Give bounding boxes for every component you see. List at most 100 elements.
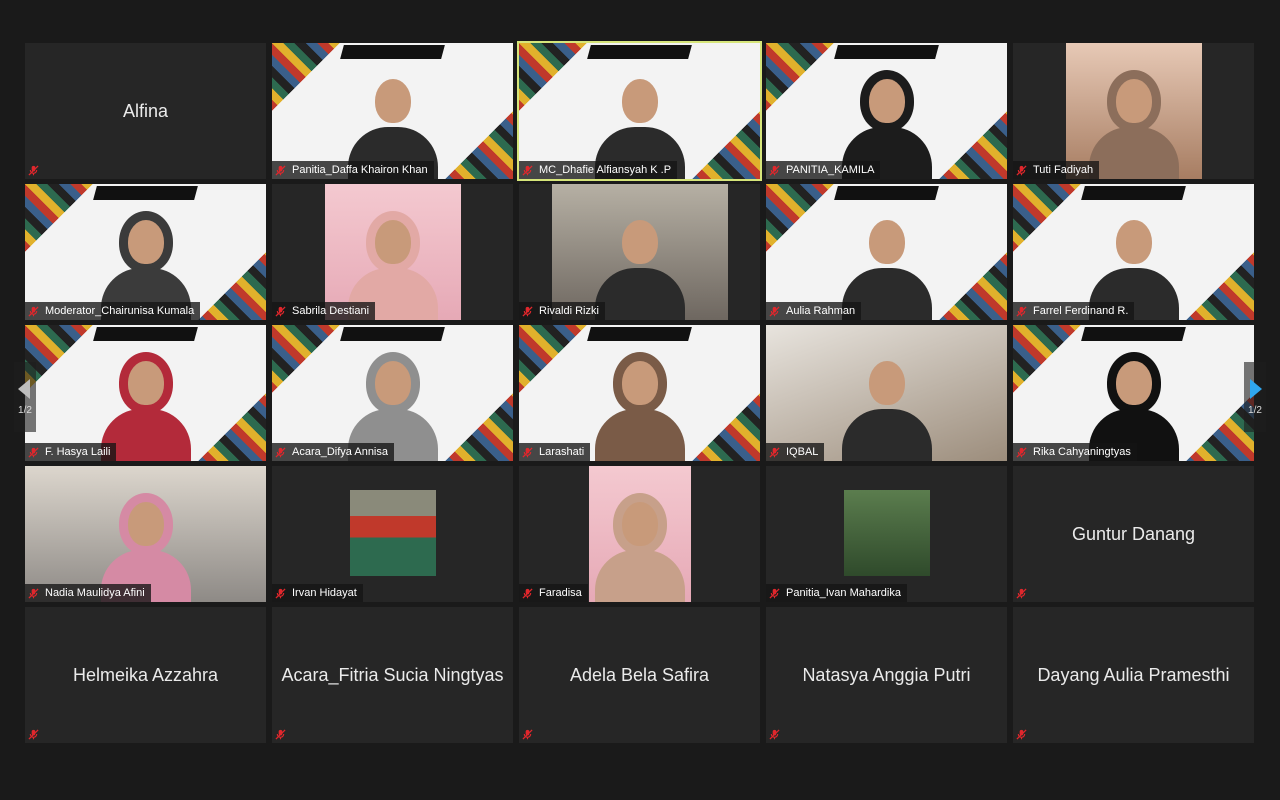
microphone-muted-icon (1016, 305, 1027, 317)
microphone-muted-icon (28, 728, 39, 740)
participant-tile[interactable]: Aulia Rahman (766, 184, 1007, 320)
participant-name-label: Rivaldi Rizki (539, 305, 599, 317)
participant-tile[interactable]: Helmeika Azzahra (25, 607, 266, 743)
name-tag (766, 725, 792, 743)
previous-page-button[interactable]: 1/2 (14, 362, 36, 432)
participant-tile[interactable]: Farrel Ferdinand R. (1013, 184, 1254, 320)
name-tag: Faradisa (519, 584, 588, 602)
chevron-right-icon (1250, 378, 1262, 399)
participant-figure (1088, 69, 1179, 179)
name-tag (25, 161, 51, 179)
name-tag (1013, 725, 1039, 743)
name-tag: Tuti Fadiyah (1013, 161, 1100, 179)
participant-name-label: Panitia_Daffa Khairon Khan (292, 164, 428, 176)
participant-name-label: MC_Dhafie Alfiansyah K .P (539, 164, 672, 176)
microphone-muted-icon (1016, 446, 1027, 458)
participant-tile[interactable]: Panitia_Ivan Mahardika (766, 466, 1007, 602)
participant-tile[interactable]: Nadia Maulidya Afini (25, 466, 266, 602)
name-tag: Moderator_Chairunisa Kumala (25, 302, 201, 320)
participant-tile[interactable]: IQBAL (766, 325, 1007, 461)
name-tag: PANITIA_KAMILA (766, 161, 881, 179)
participant-tile[interactable]: F. Hasya Laili (25, 325, 266, 461)
participant-tile[interactable]: MC_Dhafie Alfiansyah K .P (517, 41, 762, 181)
participant-display-name: Guntur Danang (1071, 523, 1196, 544)
participant-name-label: Irvan Hidayat (292, 587, 357, 599)
microphone-muted-icon (522, 587, 533, 599)
microphone-muted-icon (1016, 587, 1027, 599)
microphone-muted-icon (1016, 728, 1027, 740)
name-tag: Nadia Maulidya Afini (25, 584, 151, 602)
participant-tile[interactable]: Dayang Aulia Pramesthi (1013, 607, 1254, 743)
chevron-left-icon (18, 378, 30, 399)
name-tag: Rivaldi Rizki (519, 302, 605, 320)
microphone-muted-icon (28, 164, 39, 176)
microphone-muted-icon (522, 446, 533, 458)
participant-tile[interactable]: Alfina (25, 43, 266, 179)
video-feed (25, 325, 266, 461)
participant-profile-photo (349, 490, 436, 576)
video-feed (1013, 184, 1254, 320)
name-tag (25, 725, 51, 743)
participant-tile[interactable]: Acara_Difya Annisa (272, 325, 513, 461)
participant-display-name: Helmeika Azzahra (72, 664, 219, 685)
participant-tile[interactable]: Rivaldi Rizki (519, 184, 760, 320)
participant-tile[interactable]: Panitia_Daffa Khairon Khan (272, 43, 513, 179)
microphone-muted-icon (275, 164, 286, 176)
participant-name-label: Panitia_Ivan Mahardika (786, 587, 901, 599)
microphone-muted-icon (28, 587, 39, 599)
video-feed (766, 325, 1007, 461)
name-tag: Panitia_Ivan Mahardika (766, 584, 907, 602)
participant-name-label: Rika Cahyaningtyas (1033, 446, 1131, 458)
next-page-button[interactable]: 1/2 (1244, 362, 1266, 432)
microphone-muted-icon (275, 587, 286, 599)
participant-name-label: Tuti Fadiyah (1033, 164, 1094, 176)
name-tag: Aulia Rahman (766, 302, 862, 320)
participant-tile[interactable]: Faradisa (519, 466, 760, 602)
participant-tile[interactable]: Adela Bela Safira (519, 607, 760, 743)
name-tag (272, 725, 298, 743)
microphone-muted-icon (28, 305, 39, 317)
participant-figure (841, 351, 932, 461)
video-feed (1013, 325, 1254, 461)
page-indicator-left: 1/2 (18, 404, 32, 416)
microphone-muted-icon (769, 728, 780, 740)
microphone-muted-icon (769, 164, 780, 176)
participant-profile-photo (843, 490, 930, 576)
page-indicator-right: 1/2 (1248, 404, 1262, 416)
participant-tile[interactable]: PANITIA_KAMILA (766, 43, 1007, 179)
participant-tile[interactable]: Acara_Fitria Sucia Ningtyas (272, 607, 513, 743)
participant-figure (594, 351, 685, 461)
participant-name-label: Faradisa (539, 587, 582, 599)
name-tag (1013, 584, 1039, 602)
video-feed (272, 325, 513, 461)
name-tag: Acara_Difya Annisa (272, 443, 394, 461)
participant-tile[interactable]: Guntur Danang (1013, 466, 1254, 602)
microphone-muted-icon (28, 446, 39, 458)
participant-display-name: Adela Bela Safira (569, 664, 710, 685)
participant-display-name: Acara_Fitria Sucia Ningtyas (281, 664, 504, 685)
participant-tile[interactable]: Rika Cahyaningtyas (1013, 325, 1254, 461)
participant-grid: Alfina Panitia_Daffa Khairon Khan MC_Dhafi… (25, 41, 1254, 743)
video-feed (25, 466, 266, 602)
participant-name-label: Aulia Rahman (786, 305, 856, 317)
participant-tile[interactable]: Irvan Hidayat (272, 466, 513, 602)
name-tag: Rika Cahyaningtyas (1013, 443, 1137, 461)
name-tag: Larashati (519, 443, 591, 461)
name-tag: Sabrila Destiani (272, 302, 376, 320)
microphone-muted-icon (769, 446, 780, 458)
video-feed (766, 184, 1007, 320)
participant-tile[interactable]: Tuti Fadiyah (1013, 43, 1254, 179)
microphone-muted-icon (275, 446, 286, 458)
participant-tile[interactable]: Sabrila Destiani (272, 184, 513, 320)
participant-name-label: Moderator_Chairunisa Kumala (45, 305, 195, 317)
microphone-muted-icon (769, 587, 780, 599)
microphone-muted-icon (275, 305, 286, 317)
participant-display-name: Natasya Anggia Putri (802, 664, 971, 685)
participant-tile[interactable]: Natasya Anggia Putri (766, 607, 1007, 743)
participant-tile[interactable]: Larashati (519, 325, 760, 461)
name-tag: F. Hasya Laili (25, 443, 117, 461)
name-tag: Panitia_Daffa Khairon Khan (272, 161, 434, 179)
participant-figure (594, 210, 685, 320)
microphone-muted-icon (769, 305, 780, 317)
participant-tile[interactable]: Moderator_Chairunisa Kumala (25, 184, 266, 320)
